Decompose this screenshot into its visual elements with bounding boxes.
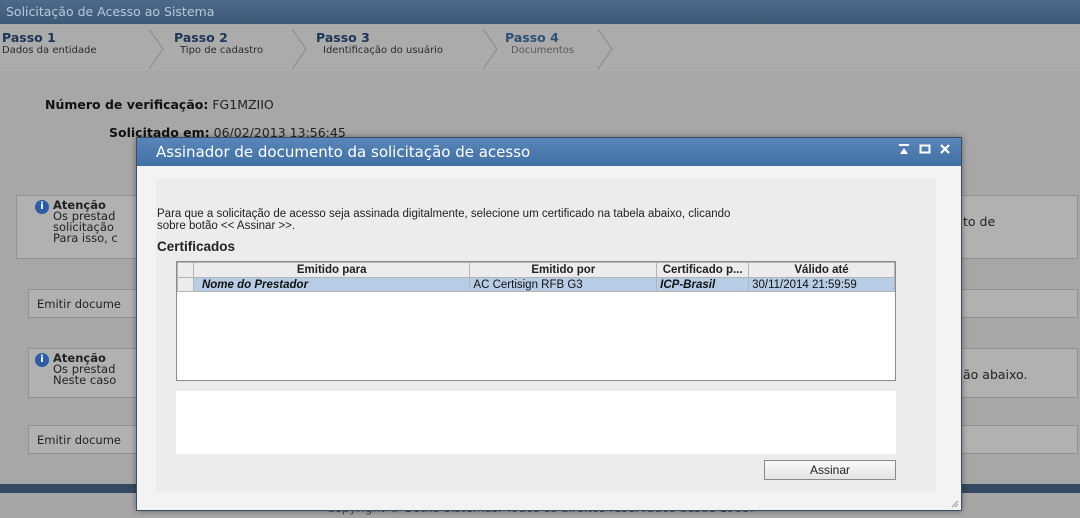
notice-1-line3: Para isso, c [53, 231, 118, 245]
certificates-heading: Certificados [157, 239, 236, 254]
row-header-cell [177, 277, 194, 292]
dialog-title: Assinador de documento da solicitação de… [137, 138, 961, 166]
row-header-corner [177, 262, 194, 278]
step-4[interactable]: Passo 4 Documentos [505, 25, 605, 71]
step-3-sub: Identificação do usuário [323, 45, 443, 56]
sign-button[interactable]: Assinar [764, 460, 896, 480]
step-separator-icon [482, 29, 498, 69]
step-separator-icon [597, 29, 613, 69]
cell-certificate-type[interactable]: ICP-Brasil [656, 277, 750, 292]
step-separator-icon [148, 29, 164, 69]
column-header-issued-by[interactable]: Emitido por [469, 262, 658, 278]
minimize-icon[interactable] [895, 142, 913, 160]
step-4-sub: Documentos [511, 45, 575, 56]
emit-document-button-1[interactable]: Emitir docume [37, 297, 121, 311]
certificates-table: Emitido para Emitido por Certificado p..… [176, 261, 896, 381]
step-separator-icon [291, 29, 307, 69]
notice-2-tail: ão abaixo. [963, 367, 1028, 382]
step-4-label: Passo 4 [505, 30, 559, 45]
step-1-label: Passo 1 [2, 30, 56, 45]
verification-number: Número de verificação: FG1MZIIO [45, 97, 274, 112]
cell-issued-by[interactable]: AC Certisign RFB G3 [469, 277, 658, 292]
instructions-line-1: Para que a solicitação de acesso seja as… [157, 208, 731, 220]
info-icon: i [35, 200, 49, 214]
step-1-sub: Dados da entidade [2, 45, 97, 56]
table-header-row: Emitido para Emitido por Certificado p..… [177, 262, 895, 278]
certificate-details-panel [176, 391, 896, 454]
window-title: Solicitação de Acesso ao Sistema [0, 0, 1080, 24]
step-3[interactable]: Passo 3 Identificação do usuário [316, 25, 486, 71]
signer-dialog: Assinador de documento da solicitação de… [136, 137, 962, 511]
step-2[interactable]: Passo 2 Tipo de cadastro [174, 25, 294, 71]
cell-valid-until[interactable]: 30/11/2014 21:59:59 [748, 277, 895, 292]
column-header-valid-until[interactable]: Válido até [748, 262, 895, 278]
resize-grip-icon[interactable] [949, 498, 959, 508]
verification-number-value: FG1MZIIO [212, 97, 274, 112]
close-icon[interactable] [936, 142, 954, 160]
step-2-sub: Tipo de cadastro [180, 45, 264, 56]
verification-number-label: Número de verificação: [45, 97, 209, 112]
column-header-issued-to[interactable]: Emitido para [192, 262, 471, 278]
info-icon: i [35, 353, 49, 367]
notice-1-tail: to de [963, 214, 996, 229]
step-1[interactable]: Passo 1 Dados da entidade [2, 25, 142, 71]
notice-2-line2: Neste caso [53, 373, 117, 387]
maximize-icon[interactable] [916, 142, 934, 160]
dialog-instructions: Para que a solicitação de acesso seja as… [157, 208, 897, 232]
step-wizard: Passo 1 Dados da entidade Passo 2 Tipo d… [0, 25, 1080, 71]
emit-document-button-2[interactable]: Emitir docume [37, 433, 121, 447]
table-row[interactable]: Nome do Prestador AC Certisign RFB G3 IC… [177, 277, 895, 292]
step-2-label: Passo 2 [174, 30, 228, 45]
cell-issued-to[interactable]: Nome do Prestador [192, 277, 471, 292]
step-3-label: Passo 3 [316, 30, 370, 45]
column-header-certificate-type[interactable]: Certificado p... [656, 262, 750, 278]
instructions-line-2: sobre botão << Assinar >>. [157, 220, 296, 232]
